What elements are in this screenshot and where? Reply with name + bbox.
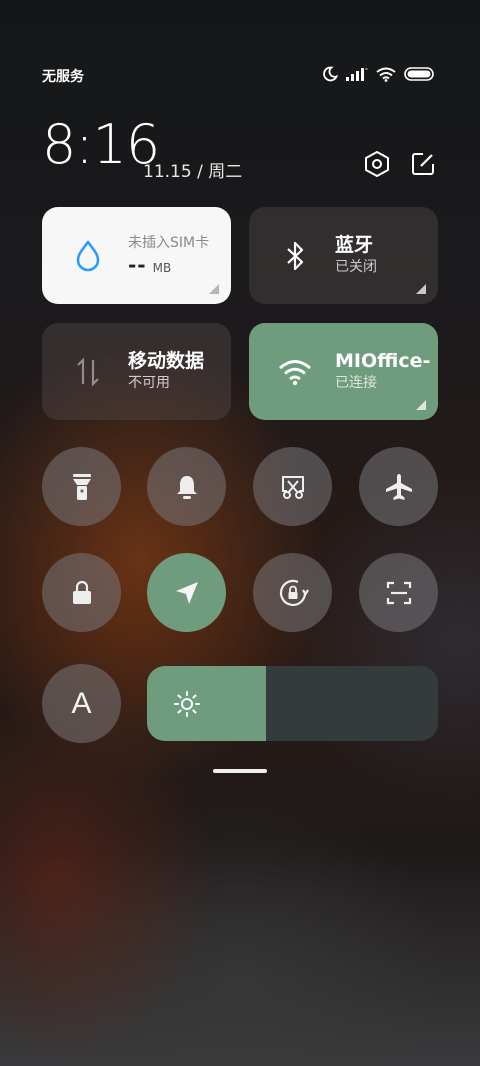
settings-button[interactable]	[361, 148, 393, 180]
expand-corner	[416, 284, 426, 294]
airplane-toggle[interactable]	[359, 447, 438, 526]
expand-corner	[209, 284, 219, 294]
wifi-status: 已连接	[335, 374, 377, 391]
moon-icon	[323, 66, 338, 82]
mobile-data-tile[interactable]: 移动数据 不可用	[42, 323, 231, 420]
lock-icon	[72, 580, 91, 604]
bluetooth-title: 蓝牙	[335, 233, 374, 256]
mobile-data-status: 不可用	[128, 374, 170, 391]
signal-icon	[346, 68, 368, 81]
ring-toggle[interactable]	[147, 447, 226, 526]
data-usage-value: --	[128, 253, 147, 278]
font-size-toggle[interactable]: A	[42, 664, 121, 743]
edit-icon	[412, 153, 434, 175]
scanner-toggle[interactable]	[359, 553, 438, 632]
bell-icon	[176, 475, 197, 499]
bluetooth-status: 已关闭	[335, 258, 377, 275]
sun-icon	[174, 691, 200, 717]
data-usage-tile[interactable]: 未插入SIM卡 -- MB	[42, 207, 231, 304]
auto-rotate-toggle[interactable]	[253, 553, 332, 632]
clock-time: 8:16	[42, 113, 160, 176]
expand-corner	[416, 400, 426, 410]
status-carrier: 无服务	[42, 69, 84, 85]
battery-icon	[404, 67, 434, 81]
flashlight-toggle[interactable]	[42, 447, 121, 526]
location-icon	[175, 581, 198, 604]
status-icons	[322, 66, 434, 82]
location-toggle[interactable]	[147, 553, 226, 632]
font-icon: A	[71, 686, 92, 720]
data-arrows-icon	[66, 350, 110, 394]
rotate-lock-icon	[279, 579, 309, 606]
screenshot-icon	[281, 475, 304, 499]
bluetooth-icon	[273, 234, 317, 278]
data-usage-title: 未插入SIM卡	[128, 234, 210, 251]
brightness-fill	[147, 666, 267, 741]
home-indicator[interactable]	[213, 769, 267, 773]
airplane-icon	[385, 473, 412, 500]
edit-button[interactable]	[407, 148, 439, 180]
brightness-slider[interactable]	[147, 666, 438, 741]
lock-screen-toggle[interactable]	[42, 553, 121, 632]
wifi-status-icon	[376, 67, 396, 82]
wifi-title: MIOffice-	[335, 349, 431, 372]
data-usage-unit: MB	[152, 261, 172, 276]
clock-date: 11.15 / 周二	[143, 162, 243, 182]
scan-icon	[386, 581, 411, 604]
flashlight-icon	[72, 473, 91, 500]
screenshot-toggle[interactable]	[253, 447, 332, 526]
mobile-data-title: 移动数据	[128, 349, 205, 372]
wifi-icon	[273, 350, 317, 394]
water-drop-icon	[66, 234, 110, 278]
bluetooth-tile[interactable]: 蓝牙 已关闭	[249, 207, 438, 304]
wifi-tile[interactable]: MIOffice- 已连接	[249, 323, 438, 420]
settings-icon	[365, 151, 389, 177]
